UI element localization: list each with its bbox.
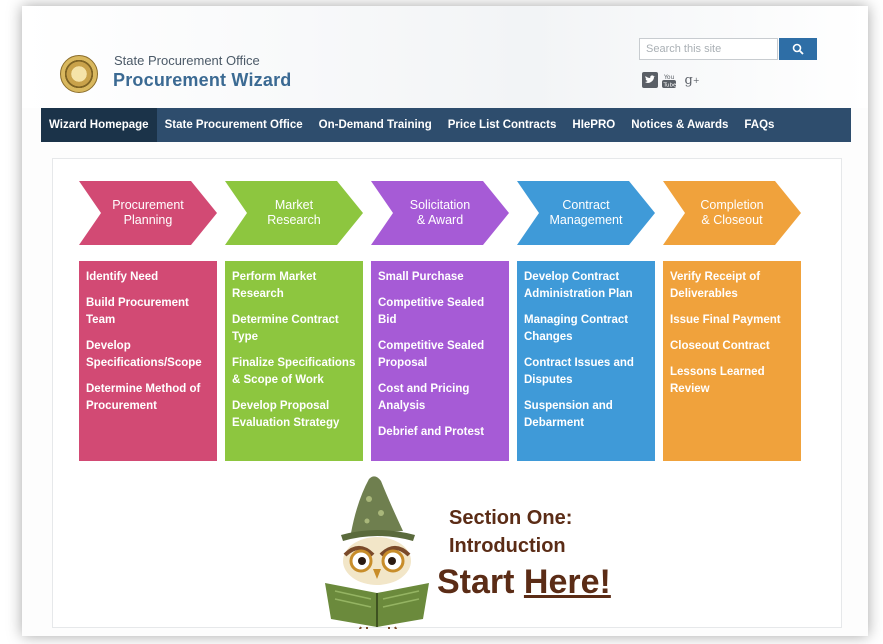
phase-box-contract-management: Develop Contract Administration Plan Man…	[517, 261, 655, 461]
step-link[interactable]: Issue Final Payment	[670, 312, 794, 329]
here-link[interactable]: Here!	[524, 563, 611, 601]
google-plus-icon[interactable]: g +	[682, 72, 702, 88]
content-panel: Procurement Planning Identify Need Build …	[52, 158, 842, 629]
step-link[interactable]: Competitive Sealed Proposal	[378, 338, 502, 372]
step-link[interactable]: Identify Need	[86, 269, 210, 286]
phase-header-solicitation[interactable]: Solicitation & Award	[371, 181, 509, 245]
phase-title-line: & Closeout	[701, 213, 763, 227]
site-subtitle: State Procurement Office	[114, 53, 260, 68]
section-title: Section One:	[449, 507, 573, 529]
step-link[interactable]: Develop Proposal Evaluation Strategy	[232, 398, 356, 432]
step-link[interactable]: Competitive Sealed Bid	[378, 295, 502, 329]
step-link[interactable]: Perform Market Research	[232, 269, 356, 303]
phase-header-market-research[interactable]: Market Research	[225, 181, 363, 245]
step-link[interactable]: Lessons Learned Review	[670, 364, 794, 398]
nav-item-state-procurement-office[interactable]: State Procurement Office	[157, 108, 311, 142]
phase-title-line: Solicitation	[409, 198, 471, 212]
wizard-owl-icon[interactable]	[311, 471, 451, 629]
nav-item-wizard-homepage[interactable]: Wizard Homepage	[41, 108, 157, 142]
phase-box-closeout: Verify Receipt of Deliverables Issue Fin…	[663, 261, 801, 461]
phase-header-contract-management[interactable]: Contract Management	[517, 181, 655, 245]
step-link[interactable]: Determine Contract Type	[232, 312, 356, 346]
phase-header-closeout[interactable]: Completion & Closeout	[663, 181, 801, 245]
step-link[interactable]: Verify Receipt of Deliverables	[670, 269, 794, 303]
phase-column-contract-management: Contract Management Develop Contract Admi…	[517, 181, 655, 461]
main-nav: Wizard Homepage State Procurement Office…	[41, 108, 851, 142]
phase-title-line: & Award	[416, 213, 464, 227]
nav-item-price-list-contracts[interactable]: Price List Contracts	[440, 108, 565, 142]
phase-box-solicitation: Small Purchase Competitive Sealed Bid Co…	[371, 261, 509, 461]
step-link[interactable]: Determine Method of Procurement	[86, 381, 210, 415]
step-link[interactable]: Small Purchase	[378, 269, 502, 286]
phase-box-market-research: Perform Market Research Determine Contra…	[225, 261, 363, 461]
svg-text:You: You	[663, 74, 675, 81]
nav-item-notices-awards[interactable]: Notices & Awards	[623, 108, 736, 142]
step-link[interactable]: Suspension and Debarment	[524, 398, 648, 432]
page-frame: State Procurement Office Procurement Wiz…	[22, 6, 868, 636]
step-link[interactable]: Debrief and Protest	[378, 424, 502, 441]
step-link[interactable]: Contract Issues and Disputes	[524, 355, 648, 389]
phase-title-line: Market	[274, 198, 314, 212]
step-link[interactable]: Closeout Contract	[670, 338, 794, 355]
step-link[interactable]: Finalize Specifications & Scope of Work	[232, 355, 356, 389]
search-button[interactable]	[779, 38, 817, 60]
state-seal-logo[interactable]	[60, 55, 98, 93]
phase-box-planning: Identify Need Build Procurement Team Dev…	[79, 261, 217, 461]
phase-title-line: Procurement	[112, 198, 184, 212]
section-subtitle: Introduction	[449, 535, 566, 557]
step-link[interactable]: Cost and Pricing Analysis	[378, 381, 502, 415]
search-box	[639, 38, 778, 60]
phase-header-planning[interactable]: Procurement Planning	[79, 181, 217, 245]
start-here-link[interactable]: Start Here!	[437, 563, 611, 602]
phase-title-line: Management	[549, 213, 623, 227]
nav-item-hiepro[interactable]: HIePRO	[564, 108, 623, 142]
search-icon	[792, 43, 804, 55]
twitter-icon[interactable]	[642, 72, 658, 88]
youtube-icon[interactable]: You Tube	[661, 72, 677, 88]
step-link[interactable]: Managing Contract Changes	[524, 312, 648, 346]
svg-text:Tube: Tube	[663, 83, 678, 89]
phase-title-line: Research	[267, 213, 321, 227]
search-input[interactable]	[640, 39, 777, 59]
phase-title-line: Completion	[700, 198, 764, 212]
step-link[interactable]: Build Procurement Team	[86, 295, 210, 329]
site-title[interactable]: Procurement Wizard	[113, 70, 291, 91]
site-header: State Procurement Office Procurement Wiz…	[22, 6, 868, 108]
phase-title-line: Contract	[562, 198, 610, 212]
nav-item-faqs[interactable]: FAQs	[736, 108, 782, 142]
phase-column-solicitation: Solicitation & Award Small Purchase Compe…	[371, 181, 509, 461]
phase-column-market-research: Market Research Perform Market Research D…	[225, 181, 363, 461]
start-text: Start	[437, 563, 515, 601]
step-link[interactable]: Develop Contract Administration Plan	[524, 269, 648, 303]
step-link[interactable]: Develop Specifications/Scope	[86, 338, 210, 372]
nav-item-on-demand-training[interactable]: On-Demand Training	[311, 108, 440, 142]
phase-column-planning: Procurement Planning Identify Need Build …	[79, 181, 217, 461]
phase-column-closeout: Completion & Closeout Verify Receipt of D…	[663, 181, 801, 461]
phase-title-line: Planning	[123, 213, 173, 227]
